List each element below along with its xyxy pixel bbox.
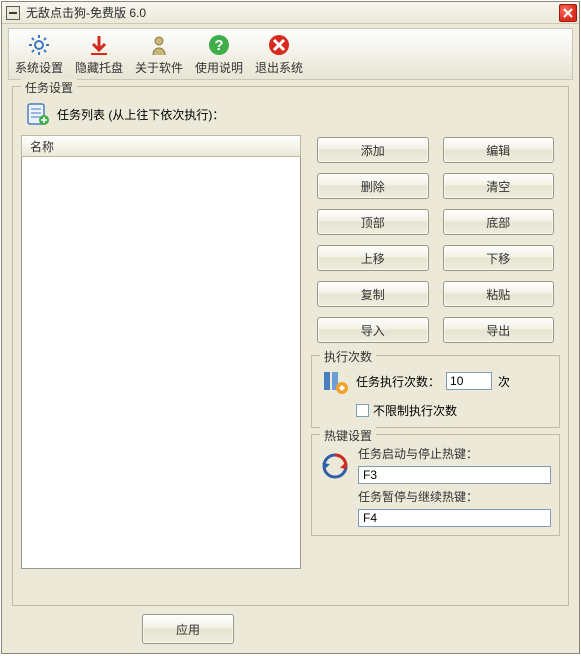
paste-button[interactable]: 粘贴 — [443, 281, 555, 307]
top-button[interactable]: 顶部 — [317, 209, 429, 235]
task-settings-title: 任务设置 — [21, 79, 77, 96]
pause-resume-hotkey-input[interactable] — [358, 509, 551, 527]
apply-button[interactable]: 应用 — [142, 614, 234, 644]
exit-icon — [267, 33, 291, 57]
add-button[interactable]: 添加 — [317, 137, 429, 163]
toolbar-help[interactable]: ? 使用说明 — [193, 31, 245, 77]
exec-count-input[interactable] — [446, 372, 492, 390]
download-arrow-icon — [87, 33, 111, 57]
unlimited-label: 不限制执行次数 — [373, 402, 457, 419]
edit-button[interactable]: 编辑 — [443, 137, 555, 163]
task-list: 名称 — [21, 135, 301, 569]
unlimited-checkbox[interactable] — [356, 404, 369, 417]
bottom-button[interactable]: 底部 — [443, 209, 555, 235]
toolbar: 系统设置 隐藏托盘 关于软件 ? 使用说明 退出系统 — [8, 28, 573, 80]
task-buttons: 添加 编辑 删除 清空 顶部 底部 上移 下移 复制 粘贴 导入 导出 — [311, 135, 560, 349]
task-list-body[interactable] — [21, 157, 301, 569]
exec-count-label: 任务执行次数： — [356, 373, 440, 390]
import-button[interactable]: 导入 — [317, 317, 429, 343]
pause-resume-hotkey-label: 任务暂停与继续热键： — [358, 488, 551, 505]
titlebar: 无敌点击狗-免费版 6.0 — [2, 2, 579, 24]
hotkey-title: 热键设置 — [320, 427, 376, 444]
copy-button[interactable]: 复制 — [317, 281, 429, 307]
gear-icon — [27, 33, 51, 57]
exec-count-group: 执行次数 任务执行次数： 次 不限制执行次数 — [311, 355, 560, 428]
help-icon: ? — [207, 33, 231, 57]
exec-count-title: 执行次数 — [320, 348, 376, 365]
close-button[interactable] — [559, 4, 577, 22]
exec-icon — [320, 366, 350, 396]
toolbar-label: 隐藏托盘 — [75, 59, 123, 76]
hotkey-group: 热键设置 任务启动与停止热键： 任务暂停与继续热键： — [311, 434, 560, 536]
move-up-button[interactable]: 上移 — [317, 245, 429, 271]
delete-button[interactable]: 删除 — [317, 173, 429, 199]
toolbar-label: 退出系统 — [255, 59, 303, 76]
start-stop-hotkey-label: 任务启动与停止热键： — [358, 445, 551, 462]
footer: 应用 — [2, 606, 579, 652]
toolbar-about[interactable]: 关于软件 — [133, 31, 185, 77]
toolbar-system-settings[interactable]: 系统设置 — [13, 31, 65, 77]
column-name: 名称 — [30, 138, 54, 155]
task-list-title: 任务列表 (从上往下依次执行)： — [57, 106, 224, 123]
start-stop-hotkey-input[interactable] — [358, 466, 551, 484]
clear-button[interactable]: 清空 — [443, 173, 555, 199]
close-icon — [563, 8, 573, 18]
hotkey-icon — [320, 451, 350, 481]
toolbar-label: 使用说明 — [195, 59, 243, 76]
app-menu-icon[interactable] — [6, 6, 20, 20]
toolbar-label: 系统设置 — [15, 59, 63, 76]
exec-count-unit: 次 — [498, 373, 510, 390]
svg-text:?: ? — [214, 37, 223, 54]
app-window: 无敌点击狗-免费版 6.0 系统设置 隐藏托盘 关于软件 — [1, 1, 580, 654]
about-icon — [147, 33, 171, 57]
task-list-icon — [25, 101, 51, 127]
move-down-button[interactable]: 下移 — [443, 245, 555, 271]
task-list-header: 任务列表 (从上往下依次执行)： — [25, 101, 560, 127]
task-list-column-header[interactable]: 名称 — [21, 135, 301, 157]
right-panel: 添加 编辑 删除 清空 顶部 底部 上移 下移 复制 粘贴 导入 导出 执行次数 — [311, 135, 560, 536]
toolbar-label: 关于软件 — [135, 59, 183, 76]
task-settings-group: 任务设置 任务列表 (从上往下依次执行)： 名称 添加 编辑 删除 — [12, 86, 569, 606]
toolbar-hide-tray[interactable]: 隐藏托盘 — [73, 31, 125, 77]
export-button[interactable]: 导出 — [443, 317, 555, 343]
window-title: 无敌点击狗-免费版 6.0 — [26, 4, 146, 21]
toolbar-exit[interactable]: 退出系统 — [253, 31, 305, 77]
